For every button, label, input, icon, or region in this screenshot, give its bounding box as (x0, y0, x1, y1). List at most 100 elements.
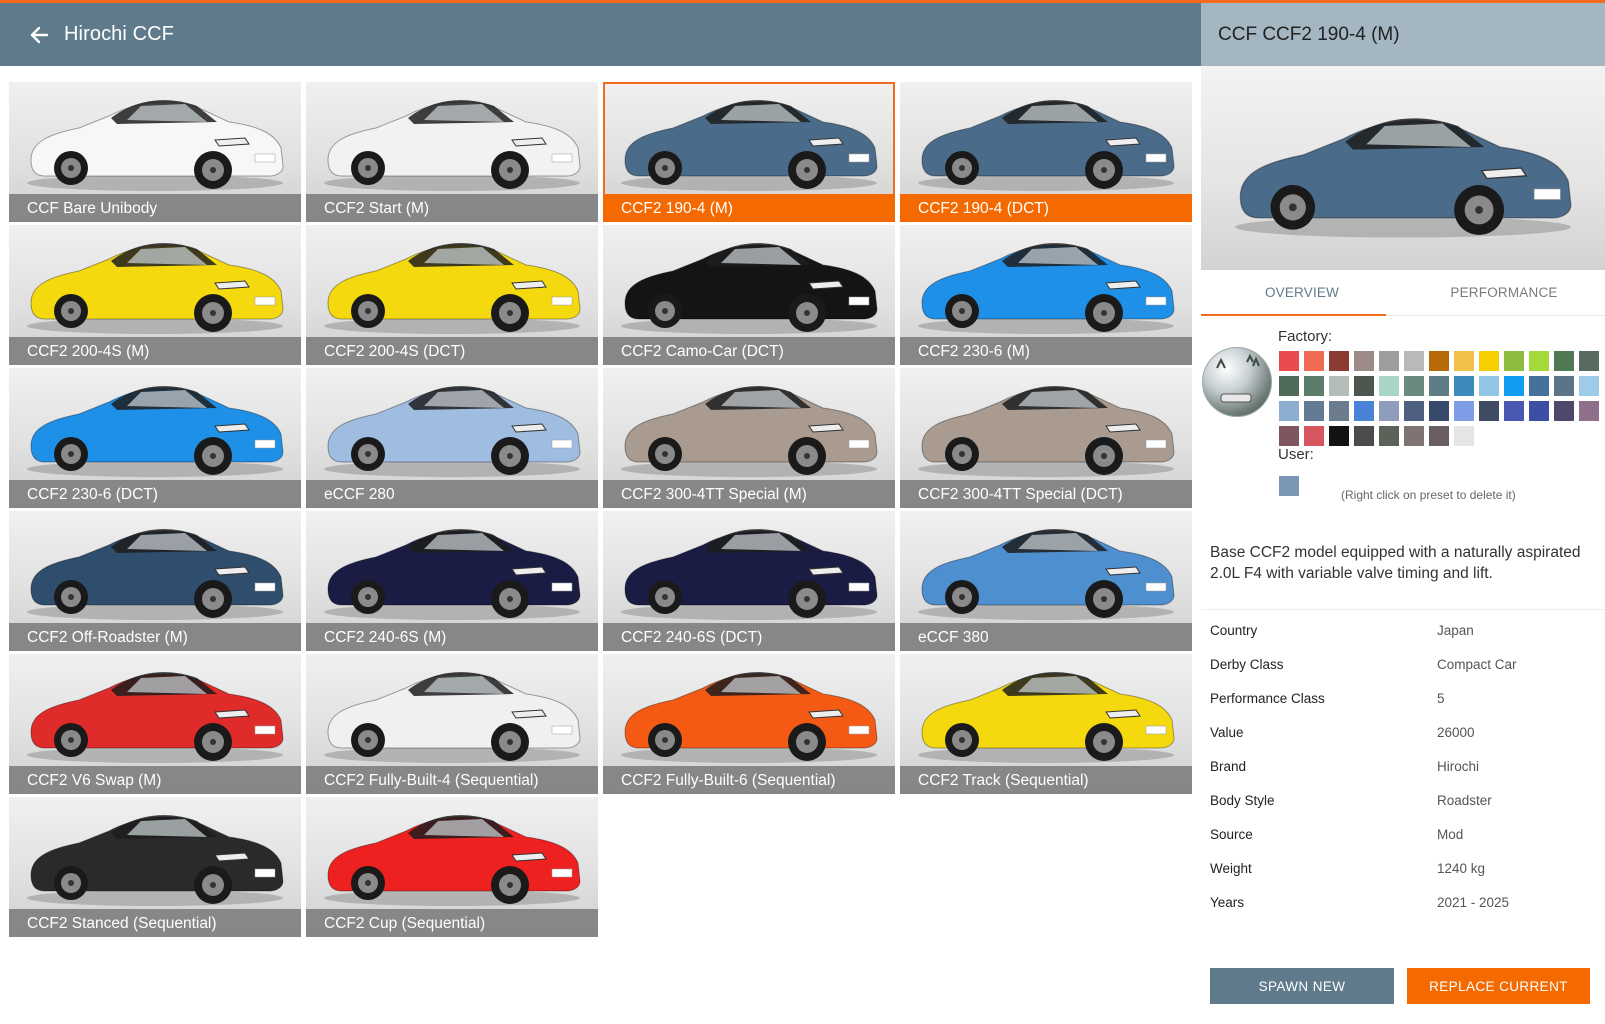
info-value: 2021 - 2025 (1437, 894, 1510, 910)
paint-swatch[interactable] (1304, 376, 1324, 396)
paint-swatch[interactable] (1304, 426, 1324, 446)
info-key: Country (1210, 622, 1258, 638)
info-key: Brand (1210, 758, 1247, 774)
arrow-left-icon[interactable] (28, 24, 50, 46)
car-thumbnail (9, 82, 301, 194)
info-key: Weight (1210, 860, 1252, 876)
vehicle-tile[interactable]: CCF2 Start (M) (306, 82, 598, 222)
paint-swatch[interactable] (1504, 376, 1524, 396)
paint-swatch[interactable] (1554, 376, 1574, 396)
paint-swatch[interactable] (1279, 351, 1299, 371)
paint-swatch[interactable] (1279, 376, 1299, 396)
paint-swatch[interactable] (1379, 351, 1399, 371)
vehicle-tile[interactable]: CCF2 230-6 (M) (900, 225, 1192, 365)
paint-swatch[interactable] (1529, 401, 1549, 421)
paint-swatch[interactable] (1429, 351, 1449, 371)
vehicle-tile[interactable]: CCF2 200-4S (M) (9, 225, 301, 365)
paint-swatch[interactable] (1379, 401, 1399, 421)
vehicle-tile[interactable]: CCF2 Fully-Built-4 (Sequential) (306, 654, 598, 794)
car-image (621, 529, 878, 620)
car-thumbnail (306, 797, 598, 909)
paint-swatch[interactable] (1554, 401, 1574, 421)
vehicle-tile-label: CCF2 Cup (Sequential) (306, 909, 598, 937)
vehicle-selector: Hirochi CCF CCF Bare Unibody CCF2 Start (… (0, 3, 1605, 1024)
paint-swatch[interactable] (1304, 351, 1324, 371)
car-image (621, 100, 878, 191)
vehicle-tile[interactable]: CCF2 Stanced (Sequential) (9, 797, 301, 937)
paint-swatch[interactable] (1429, 376, 1449, 396)
paint-swatch[interactable] (1454, 351, 1474, 371)
paint-swatch[interactable] (1429, 426, 1449, 446)
detail-pane: CCF CCF2 190-4 (M) OVERVIEW PERFORMANCE … (1201, 3, 1605, 1024)
car-image (1235, 118, 1572, 238)
paint-swatch[interactable] (1479, 351, 1499, 371)
paint-swatch[interactable] (1354, 376, 1374, 396)
paint-swatch[interactable] (1354, 401, 1374, 421)
vehicle-tile[interactable]: CCF2 240-6S (M) (306, 511, 598, 651)
paint-swatch[interactable] (1529, 351, 1549, 371)
vehicle-tile[interactable]: CCF2 190-4 (M) (603, 82, 895, 222)
paint-swatch[interactable] (1579, 376, 1599, 396)
paint-swatch[interactable] (1329, 351, 1349, 371)
vehicle-tile-label: CCF Bare Unibody (9, 194, 301, 222)
vehicle-tile[interactable]: eCCF 380 (900, 511, 1192, 651)
vehicle-tile[interactable]: CCF2 Fully-Built-6 (Sequential) (603, 654, 895, 794)
vehicle-tile[interactable]: CCF Bare Unibody (9, 82, 301, 222)
paint-swatch[interactable] (1479, 376, 1499, 396)
paint-swatch[interactable] (1354, 426, 1374, 446)
vehicle-tile[interactable]: CCF2 230-6 (DCT) (9, 368, 301, 508)
vehicle-tile[interactable]: CCF2 300-4TT Special (DCT) (900, 368, 1192, 508)
spawn-new-button[interactable]: SPAWN NEW (1210, 968, 1394, 1004)
paint-swatch[interactable] (1579, 401, 1599, 421)
paint-swatch[interactable] (1504, 351, 1524, 371)
paint-swatch[interactable] (1554, 351, 1574, 371)
tab-overview[interactable]: OVERVIEW (1201, 270, 1403, 315)
vehicle-tile[interactable]: eCCF 280 (306, 368, 598, 508)
vehicle-tile-label: CCF2 Track (Sequential) (900, 766, 1192, 794)
paint-swatch[interactable] (1429, 401, 1449, 421)
tab-performance[interactable]: PERFORMANCE (1403, 270, 1605, 315)
paint-swatch[interactable] (1504, 401, 1524, 421)
vehicle-grid: CCF Bare Unibody CCF2 Start (M) CCF2 190-4… (9, 82, 1192, 937)
vehicle-tile[interactable]: CCF2 200-4S (DCT) (306, 225, 598, 365)
paint-swatch[interactable] (1304, 401, 1324, 421)
info-value: 26000 (1437, 724, 1475, 740)
replace-current-button[interactable]: REPLACE CURRENT (1407, 968, 1590, 1004)
paint-swatch[interactable] (1379, 426, 1399, 446)
vehicle-tile-label: CCF2 V6 Swap (M) (9, 766, 301, 794)
car-thumbnail (603, 225, 895, 337)
paint-swatch[interactable] (1529, 376, 1549, 396)
vehicle-tile[interactable]: CCF2 240-6S (DCT) (603, 511, 895, 651)
paint-swatch[interactable] (1404, 351, 1424, 371)
user-paint-swatch[interactable] (1279, 476, 1299, 496)
paint-swatch[interactable] (1404, 376, 1424, 396)
vehicle-tile-label: CCF2 200-4S (M) (9, 337, 301, 365)
vehicle-tile[interactable]: CCF2 Track (Sequential) (900, 654, 1192, 794)
car-thumbnail (306, 368, 598, 480)
vehicle-tile[interactable]: CCF2 V6 Swap (M) (9, 654, 301, 794)
paint-swatch[interactable] (1379, 376, 1399, 396)
vehicle-tile[interactable]: CCF2 Cup (Sequential) (306, 797, 598, 937)
vehicle-tile[interactable]: CCF2 300-4TT Special (M) (603, 368, 895, 508)
vehicle-tile[interactable]: CCF2 Off-Roadster (M) (9, 511, 301, 651)
vehicle-tile-label: CCF2 240-6S (M) (306, 623, 598, 651)
paint-swatch[interactable] (1454, 401, 1474, 421)
paint-swatch[interactable] (1454, 376, 1474, 396)
vehicle-tile-label: CCF2 Camo-Car (DCT) (603, 337, 895, 365)
vehicle-tile[interactable]: CCF2 Camo-Car (DCT) (603, 225, 895, 365)
paint-swatch[interactable] (1479, 401, 1499, 421)
paint-swatch[interactable] (1329, 401, 1349, 421)
paint-swatch[interactable] (1454, 426, 1474, 446)
paint-swatch[interactable] (1279, 426, 1299, 446)
paint-swatch[interactable] (1579, 351, 1599, 371)
vehicle-tile[interactable]: CCF2 190-4 (DCT) (900, 82, 1192, 222)
paint-swatch[interactable] (1404, 401, 1424, 421)
info-row: Body Style Roadster (1201, 783, 1605, 817)
vehicle-tile-label: eCCF 380 (900, 623, 1192, 651)
paint-swatch[interactable] (1354, 351, 1374, 371)
paint-swatch[interactable] (1329, 376, 1349, 396)
paint-swatch[interactable] (1329, 426, 1349, 446)
paint-swatch[interactable] (1404, 426, 1424, 446)
paint-swatch[interactable] (1279, 401, 1299, 421)
paint-hint: (Right click on preset to delete it) (1341, 488, 1516, 502)
